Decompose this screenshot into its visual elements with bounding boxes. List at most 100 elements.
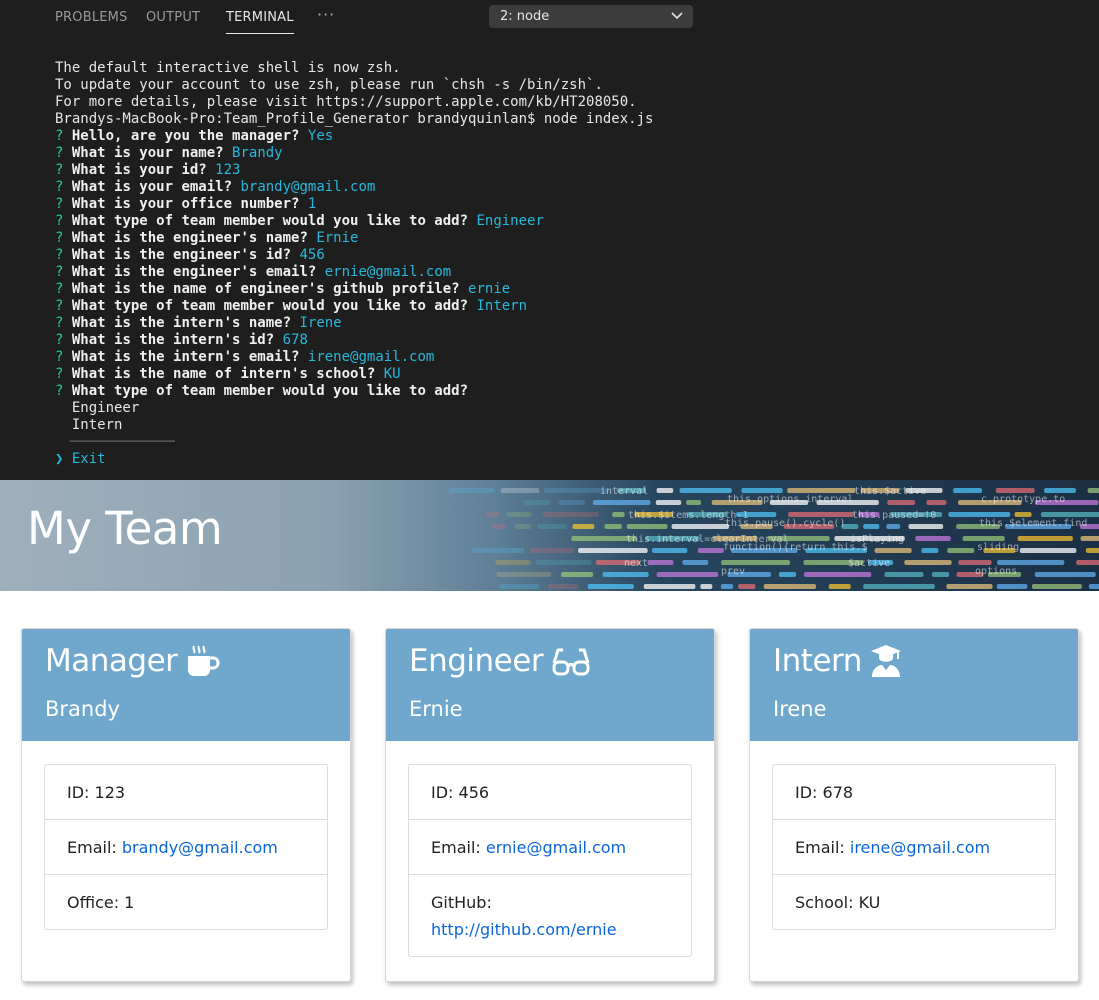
page-title: My Team: [27, 502, 223, 555]
code-snippet: prev: [721, 566, 745, 577]
list-item-github: GitHub: http://github.com/ernie: [409, 874, 691, 956]
card-employee-name: Brandy: [45, 697, 120, 721]
mug-icon: [188, 645, 220, 676]
code-stroke: [612, 512, 625, 517]
terminal-line: ? What is your id? 123: [55, 162, 1085, 179]
prompt-question: What is the intern's name?: [71, 315, 292, 331]
terminal-line: ? What is the intern's id? 678: [55, 332, 1085, 349]
list-item-school: School: KU: [773, 874, 1055, 929]
tab-output[interactable]: OUTPUT: [146, 10, 200, 32]
email-link[interactable]: brandy@gmail.com: [122, 838, 278, 857]
code-stroke: [491, 524, 507, 529]
terminal-line: ? What is the engineer's name? Ernie: [55, 230, 1085, 247]
code-stroke: [500, 488, 540, 493]
code-stroke: [1031, 584, 1082, 589]
email-link[interactable]: ernie@gmail.com: [486, 838, 626, 857]
terminal-line: ──────────────: [55, 434, 1085, 451]
terminal-select-dropdown[interactable]: 2: node: [489, 5, 693, 28]
email-label: Email:: [67, 837, 122, 857]
terminal-panel: PROBLEMS OUTPUT TERMINAL ··· 2: node The…: [0, 0, 1099, 480]
code-stroke: [682, 560, 709, 565]
info-list: ID: 678 Email: irene@gmail.com School: K…: [772, 764, 1056, 930]
code-stroke: [495, 560, 531, 565]
tab-terminal[interactable]: TERMINAL: [226, 10, 294, 34]
code-snippet: this.$element.find: [979, 518, 1087, 529]
terminal-line: ? What is your name? Brandy: [55, 145, 1085, 162]
prompt-answer: Irene: [299, 315, 342, 331]
terminal-line: ❯ Exit: [55, 451, 1085, 468]
card-header: Manager Brandy: [22, 629, 350, 741]
chevron-down-icon: [671, 12, 683, 20]
terminal-line: The default interactive shell is now zsh…: [55, 60, 1085, 77]
prompt-marker: ?: [55, 145, 64, 161]
prompt-marker: ?: [55, 247, 64, 263]
code-stroke: [1044, 488, 1076, 493]
code-stroke: [485, 512, 500, 517]
terminal-line: ? What is the engineer's id? 456: [55, 247, 1085, 264]
prompt-answer: brandy@gmail.com: [240, 179, 376, 195]
engineer-card: Engineer Ernie ID: 456 Email: ernie@gmai…: [385, 628, 715, 982]
code-stroke: [651, 548, 688, 553]
list-item-email: Email: irene@gmail.com: [773, 819, 1055, 874]
code-stroke: [962, 536, 1005, 541]
terminal-line: ? What type of team member would you lik…: [55, 383, 1085, 400]
code-stroke: [572, 524, 595, 529]
code-stroke: [578, 548, 648, 553]
prompt-marker: ?: [55, 196, 64, 212]
code-stroke: [547, 584, 579, 589]
code-stroke: [587, 584, 634, 589]
terminal-line: ? What type of team member would you lik…: [55, 213, 1085, 230]
code-stroke: [1040, 512, 1099, 517]
terminal-line: Brandys-MacBook-Pro:Team_Profile_Generat…: [55, 111, 1085, 128]
code-stroke: [535, 560, 592, 565]
terminal-line: ? What type of team member would you lik…: [55, 298, 1085, 315]
github-link[interactable]: http://github.com/ernie: [431, 920, 617, 939]
code-stroke: [643, 584, 696, 589]
list-item-id: ID: 456: [409, 765, 691, 819]
email-link[interactable]: irene@gmail.com: [850, 838, 990, 857]
terminal-line: Intern: [55, 417, 1085, 434]
terminal-output[interactable]: The default interactive shell is now zsh…: [55, 60, 1085, 468]
code-stroke: [506, 512, 532, 517]
terminal-line: For more details, please visit https://s…: [55, 94, 1085, 111]
intern-card: Intern Irene ID: 678 Email: irene@gmail.…: [749, 628, 1079, 982]
card-role-title: Intern: [773, 643, 862, 679]
code-stroke: [915, 536, 951, 541]
code-stroke: [787, 488, 856, 493]
code-stroke: [1088, 584, 1099, 589]
prompt-question: What is the engineer's name?: [71, 230, 308, 246]
github-label: GitHub:: [431, 892, 492, 912]
prompt-answer: 456: [299, 247, 325, 263]
terminal-line: ? What is the name of engineer's github …: [55, 281, 1085, 298]
terminal-text: The default interactive shell is now zsh…: [55, 60, 401, 76]
prompt-answer: Engineer: [476, 213, 544, 229]
prompt-question: What is your id?: [71, 162, 207, 178]
code-stroke: [721, 560, 790, 565]
code-stroke: [997, 560, 1065, 565]
code-snippet: this.paused=!0: [852, 510, 936, 521]
id-text: ID: 678: [795, 782, 854, 802]
terminal-line: ? What is the name of intern's school? K…: [55, 366, 1085, 383]
terminal-line: ? What is the intern's name? Irene: [55, 315, 1085, 332]
prompt-answer: ernie@gmail.com: [324, 264, 452, 280]
code-stroke: [592, 500, 651, 505]
code-stroke: [904, 560, 952, 565]
tab-problems[interactable]: PROBLEMS: [55, 10, 128, 32]
card-employee-name: Irene: [773, 697, 827, 721]
code-stroke: [647, 560, 674, 565]
terminal-text: Brandys-MacBook-Pro:Team_Profile_Generat…: [55, 111, 654, 127]
prompt-question: What type of team member would you like …: [71, 383, 469, 399]
list-item-email: Email: brandy@gmail.com: [45, 819, 327, 874]
prompt-marker: ?: [55, 281, 64, 297]
code-stroke: [921, 548, 939, 553]
code-stroke: [1085, 548, 1099, 553]
code-stroke: [679, 488, 732, 493]
code-stroke: [1017, 536, 1073, 541]
code-snippet: next: [624, 558, 648, 569]
more-actions-icon[interactable]: ···: [317, 5, 335, 24]
prompt-answer: ernie: [468, 281, 511, 297]
panel-tab-bar: PROBLEMS OUTPUT TERMINAL ··· 2: node: [0, 0, 1099, 36]
prompt-separator: ──────────────: [55, 434, 175, 450]
code-stroke: [655, 500, 682, 505]
prompt-option: Engineer: [55, 400, 140, 416]
